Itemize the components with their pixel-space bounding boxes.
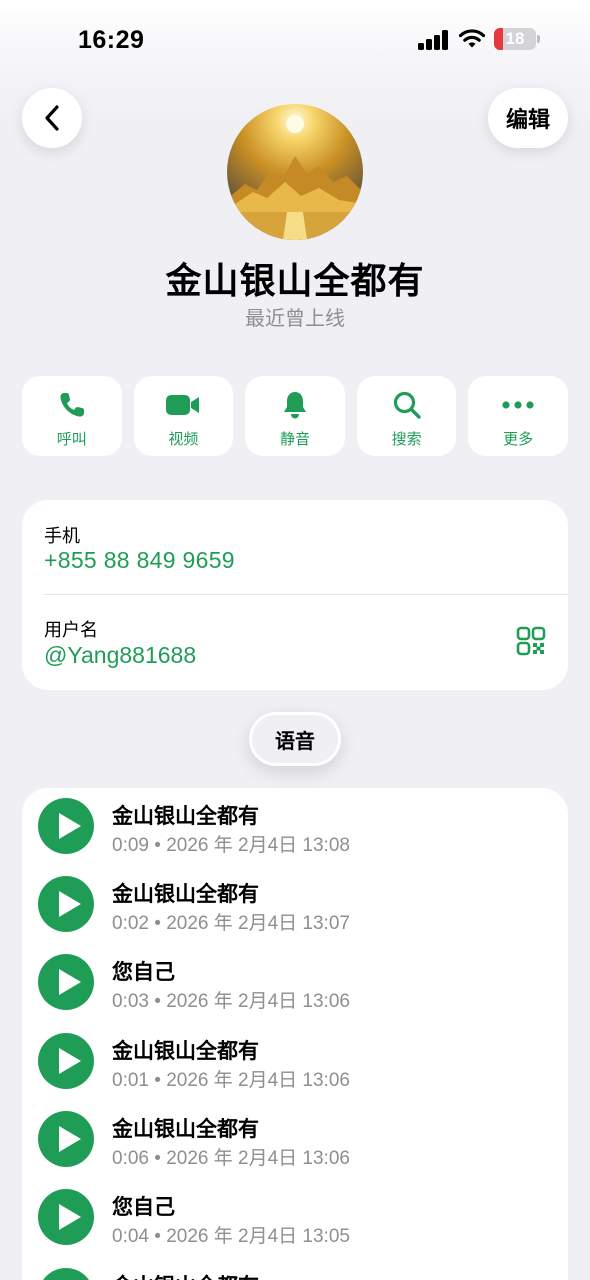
back-button[interactable] bbox=[22, 88, 82, 148]
voice-sender: 金山银山全都有 bbox=[112, 805, 259, 828]
voice-meta: 0:01 • 2026 年 2月4日 13:06 bbox=[112, 1070, 350, 1091]
status-time: 16:29 bbox=[78, 26, 145, 54]
voice-message-row[interactable]: 金山银山全都有 0:01 • 2026 年 2月4日 13:06 bbox=[22, 1023, 568, 1101]
play-icon[interactable] bbox=[38, 1268, 94, 1280]
wifi-icon bbox=[458, 29, 486, 48]
video-label: 视频 bbox=[168, 431, 199, 448]
search-icon bbox=[393, 391, 421, 419]
phone-label: 手机 bbox=[44, 526, 80, 546]
play-icon[interactable] bbox=[38, 954, 94, 1010]
more-icon bbox=[502, 401, 534, 409]
mute-label: 静音 bbox=[279, 431, 310, 448]
voice-filter-chip[interactable]: 语音 bbox=[249, 712, 341, 766]
chevron-left-icon bbox=[45, 105, 59, 131]
status-bar: 16:29 18 bbox=[0, 0, 590, 80]
more-button[interactable]: 更多 bbox=[468, 376, 568, 456]
username-value[interactable]: @Yang881688 bbox=[44, 642, 196, 669]
play-icon[interactable] bbox=[38, 1111, 94, 1167]
voice-sender: 金山银山全都有 bbox=[112, 1118, 259, 1141]
battery-icon: 18 bbox=[494, 28, 540, 50]
voice-sender: 您自己 bbox=[112, 961, 175, 984]
voice-sender: 金山银山全都有 bbox=[112, 1270, 259, 1280]
last-seen-status: 最近曾上线 bbox=[245, 308, 345, 330]
more-label: 更多 bbox=[503, 431, 534, 448]
voice-meta: 0:04 • 2026 年 2月4日 13:05 bbox=[112, 1226, 350, 1247]
avatar-image bbox=[227, 115, 363, 240]
call-button[interactable]: 呼叫 bbox=[22, 376, 122, 456]
play-icon[interactable] bbox=[38, 876, 94, 932]
video-button[interactable]: 视频 bbox=[133, 376, 234, 456]
avatar[interactable] bbox=[227, 104, 363, 240]
voice-sender: 您自己 bbox=[112, 1196, 175, 1219]
phone-number[interactable]: +855 88 849 9659 bbox=[44, 547, 235, 574]
voice-meta: 0:09 • 2026 年 2月4日 13:08 bbox=[112, 835, 350, 856]
voice-message-row[interactable]: 您自己 0:04 • 2026 年 2月4日 13:05 bbox=[22, 1179, 568, 1257]
play-icon[interactable] bbox=[38, 1189, 94, 1245]
bell-icon bbox=[283, 392, 306, 419]
divider bbox=[44, 594, 568, 595]
voice-meta: 0:06 • 2026 年 2月4日 13:06 bbox=[112, 1148, 350, 1169]
call-label: 呼叫 bbox=[56, 431, 87, 448]
voice-message-row[interactable]: 金山银山全都有 0:02 • 2026 年 2月4日 13:07 bbox=[22, 866, 568, 944]
play-icon[interactable] bbox=[38, 1033, 94, 1089]
search-label: 搜索 bbox=[391, 431, 422, 448]
phone-icon bbox=[60, 393, 84, 417]
voice-message-list: 金山银山全都有 0:09 • 2026 年 2月4日 13:08 金山银山全都有… bbox=[22, 788, 568, 1280]
qr-code-icon[interactable] bbox=[516, 626, 546, 656]
voice-sender: 金山银山全都有 bbox=[112, 1040, 259, 1063]
contact-info-card: 手机 +855 88 849 9659 用户名 @Yang881688 bbox=[22, 500, 568, 690]
action-bar: 呼叫 视频 静音 搜索 更多 bbox=[22, 376, 568, 456]
signal-icon bbox=[418, 30, 448, 50]
voice-message-row[interactable]: 您自己 0:03 • 2026 年 2月4日 13:06 bbox=[22, 944, 568, 1022]
voice-meta: 0:03 • 2026 年 2月4日 13:06 bbox=[112, 991, 350, 1012]
battery-percent: 18 bbox=[505, 29, 525, 48]
username-label: 用户名 bbox=[44, 620, 98, 640]
voice-meta: 0:02 • 2026 年 2月4日 13:07 bbox=[112, 913, 350, 934]
mute-button[interactable]: 静音 bbox=[245, 376, 345, 456]
voice-message-row[interactable]: 金山银山全都有 0:09 • 2026 年 2月4日 13:08 bbox=[22, 788, 568, 866]
voice-sender: 金山银山全都有 bbox=[112, 883, 259, 906]
voice-message-row[interactable]: 金山银山全都有 0:06 • 2026 年 2月4日 13:06 bbox=[22, 1101, 568, 1179]
play-icon[interactable] bbox=[38, 798, 94, 854]
contact-name: 金山银山全都有 bbox=[165, 260, 425, 301]
video-icon bbox=[166, 395, 200, 415]
voice-message-row[interactable]: 金山银山全都有 bbox=[22, 1258, 568, 1280]
search-button[interactable]: 搜索 bbox=[356, 376, 457, 456]
edit-button[interactable]: 编辑 bbox=[488, 88, 568, 148]
